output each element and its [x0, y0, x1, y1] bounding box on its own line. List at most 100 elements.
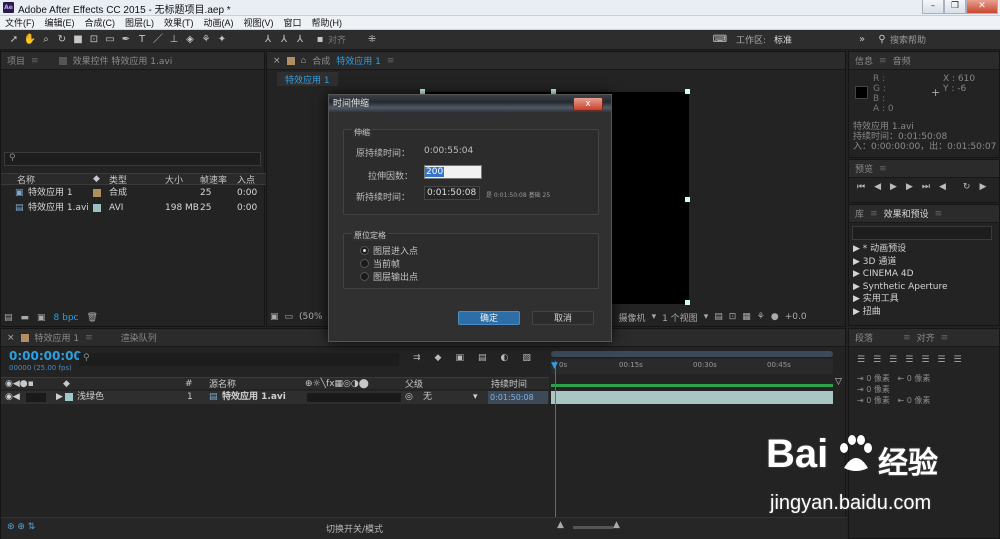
- rotate-tool-icon[interactable]: ↻: [54, 30, 70, 50]
- time-ruler[interactable]: 0s 00:15s 00:30s 00:45s: [551, 359, 833, 374]
- menu-composition[interactable]: 合成(C): [85, 16, 116, 30]
- parent-select[interactable]: 无: [423, 391, 432, 404]
- handle[interactable]: [685, 197, 690, 202]
- menu-help[interactable]: 帮助(H): [312, 16, 343, 30]
- prev-frame-icon[interactable]: ◀: [874, 182, 881, 192]
- toggle-pixel-icon[interactable]: ▤: [714, 312, 723, 322]
- align-right-icon[interactable]: ☰: [889, 355, 897, 365]
- option-layer-out[interactable]: 图层输出点: [360, 270, 418, 283]
- effects-item[interactable]: ▶ CINEMA 4D: [853, 268, 948, 281]
- panel-menu-icon[interactable]: ≡: [879, 56, 887, 66]
- tab-info[interactable]: 信息: [855, 54, 873, 67]
- timeline-search-input[interactable]: ⚲: [79, 353, 399, 366]
- column-type[interactable]: 类型: [109, 173, 127, 186]
- stretch-factor-input[interactable]: 200: [424, 165, 482, 179]
- dialog-close-button[interactable]: x: [573, 97, 603, 111]
- panel-menu-icon[interactable]: ≡: [85, 333, 93, 343]
- column-duration[interactable]: 持续时间: [491, 377, 527, 390]
- option-layer-in[interactable]: 图层进入点: [360, 244, 418, 257]
- brush-tool-icon[interactable]: ／: [150, 30, 166, 50]
- camera-tool-icon[interactable]: ■: [70, 30, 86, 50]
- radio-icon[interactable]: [360, 259, 369, 268]
- justify-center-icon[interactable]: ☰: [921, 355, 929, 365]
- fast-preview-icon[interactable]: ⊡: [729, 312, 737, 322]
- effects-item[interactable]: ▶ * 动画预设: [853, 243, 948, 256]
- keyboard-icon[interactable]: ⌨: [712, 30, 728, 50]
- tab-library[interactable]: 库: [855, 207, 864, 220]
- flowchart-icon[interactable]: ⚘: [757, 312, 765, 322]
- column-parent[interactable]: 父级: [405, 377, 423, 390]
- workspace-select[interactable]: 标准: [774, 33, 854, 46]
- indent-left-value[interactable]: 0 像素: [866, 374, 890, 383]
- tab-project[interactable]: 项目: [7, 54, 25, 67]
- layer-switches[interactable]: [307, 393, 401, 402]
- ram-preview-icon[interactable]: ▶: [979, 182, 986, 192]
- comp-flowchart-icon[interactable]: ⇉: [413, 353, 421, 363]
- new-duration-input[interactable]: 0:01:50:08: [424, 186, 480, 200]
- menu-animation[interactable]: 动画(A): [204, 16, 234, 30]
- tab-effects-presets[interactable]: 效果和预设: [884, 207, 929, 220]
- panel-menu-icon[interactable]: ≡: [935, 209, 943, 219]
- exposure-value[interactable]: +0.0: [785, 312, 807, 322]
- indent-right-value[interactable]: 0 像素: [907, 374, 931, 383]
- indent-first-value[interactable]: 0 像素: [866, 385, 890, 394]
- loop-icon[interactable]: ↻: [963, 182, 971, 192]
- justify-right-icon[interactable]: ☰: [937, 355, 945, 365]
- tab-paragraph[interactable]: 段落: [855, 331, 873, 344]
- effects-item[interactable]: ▶ Synthetic Aperture: [853, 281, 948, 294]
- zoom-tool-icon[interactable]: ⌕: [38, 30, 54, 50]
- effects-item[interactable]: ▶ 扭曲: [853, 306, 948, 319]
- menu-view[interactable]: 视图(V): [244, 16, 274, 30]
- pan-behind-tool-icon[interactable]: ⊡: [86, 30, 102, 50]
- current-timecode[interactable]: 0:00:00:00: [9, 349, 82, 363]
- panel-menu-icon[interactable]: ≡: [31, 56, 39, 66]
- panel-menu-icon[interactable]: ≡: [870, 209, 878, 219]
- tab-align[interactable]: 对齐: [917, 331, 935, 344]
- layer-row[interactable]: ◉◀ ▶ 浅绿色 1 ▤ 特效应用 1.avi ◎ 无 ▾ 0:01:50:08: [1, 391, 549, 404]
- tab-effect-controls[interactable]: 效果控件 特效应用 1.avi: [73, 54, 173, 67]
- type-tool-icon[interactable]: T: [134, 30, 150, 50]
- rectangle-tool-icon[interactable]: ▭: [102, 30, 118, 50]
- pen-tool-icon[interactable]: ✒: [118, 30, 134, 50]
- expand-icon[interactable]: ▶: [56, 391, 63, 404]
- project-row[interactable]: ▤ 特效应用 1.avi AVI 198 MB 25 0:00: [1, 202, 266, 214]
- graph-editor-icon[interactable]: ▧: [522, 353, 531, 363]
- label-color[interactable]: [93, 204, 101, 212]
- trash-icon[interactable]: 🗑: [87, 313, 98, 323]
- always-preview-icon[interactable]: ▣: [270, 312, 279, 322]
- column-size[interactable]: 大小: [165, 173, 183, 186]
- solo-lock-switch[interactable]: [26, 393, 46, 402]
- radio-selected-icon[interactable]: [360, 246, 369, 255]
- panel-menu-icon[interactable]: ≡: [879, 164, 887, 174]
- panel-menu-icon[interactable]: ≡: [387, 56, 395, 66]
- audio-icon[interactable]: ◀: [939, 182, 946, 192]
- justify-all-icon[interactable]: ☰: [953, 355, 961, 365]
- hand-tool-icon[interactable]: ✋: [22, 30, 38, 50]
- comp-marker-icon[interactable]: ▽: [835, 377, 842, 387]
- play-icon[interactable]: ▶: [890, 182, 897, 192]
- footer-toggle-icons[interactable]: ⊛ ⊕ ⇅: [7, 522, 35, 532]
- first-frame-icon[interactable]: ⏮: [857, 182, 865, 192]
- label-color[interactable]: [65, 393, 73, 401]
- tab-timeline-comp[interactable]: 特效应用 1: [35, 331, 80, 344]
- snap-options-icon[interactable]: ⁜: [364, 30, 380, 50]
- restore-button[interactable]: ❐: [944, 0, 966, 14]
- frame-blend-icon[interactable]: ▤: [478, 353, 487, 363]
- column-in[interactable]: 入点: [237, 173, 255, 186]
- workspace-menu-icon[interactable]: »: [854, 30, 870, 50]
- roto-tool-icon[interactable]: ⚘: [198, 30, 214, 50]
- playhead[interactable]: [555, 361, 556, 536]
- layer-name[interactable]: 特效应用 1.avi: [222, 391, 286, 404]
- snap-checkbox[interactable]: ▪: [312, 30, 328, 50]
- zoom-slider[interactable]: [573, 526, 613, 529]
- tab-render-queue[interactable]: 渲染队列: [121, 331, 157, 344]
- column-source-name[interactable]: 源名称: [209, 377, 236, 390]
- timeline-icon[interactable]: ▦: [742, 312, 751, 322]
- cancel-button[interactable]: 取消: [532, 311, 594, 325]
- minimize-button[interactable]: –: [922, 0, 944, 14]
- clone-tool-icon[interactable]: ⊥: [166, 30, 182, 50]
- radio-icon[interactable]: [360, 272, 369, 281]
- close-button[interactable]: ✕: [966, 0, 998, 14]
- zoom-select[interactable]: (50%: [299, 312, 323, 322]
- bpc-button[interactable]: 8 bpc: [54, 313, 79, 323]
